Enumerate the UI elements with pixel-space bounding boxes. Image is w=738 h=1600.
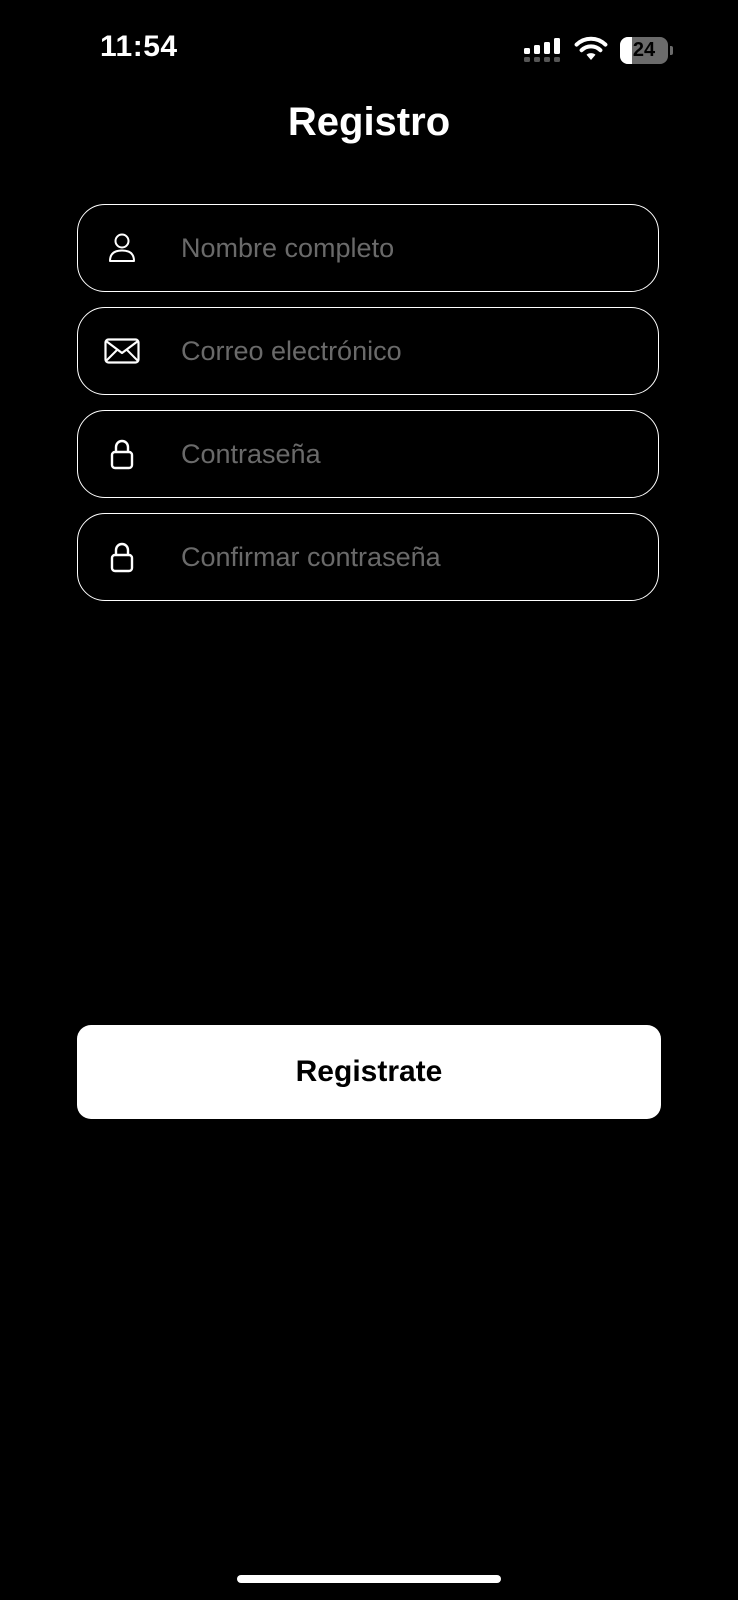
wifi-icon — [574, 36, 608, 60]
lock-icon — [104, 539, 140, 575]
email-input[interactable] — [181, 308, 641, 394]
confirm-password-input[interactable] — [181, 514, 641, 600]
page-title: Registro — [287, 100, 451, 144]
password-input[interactable] — [181, 411, 641, 497]
person-icon — [104, 230, 140, 266]
confirm-password-field[interactable] — [77, 513, 659, 601]
full-name-input[interactable] — [181, 205, 641, 291]
registration-form — [77, 204, 661, 616]
envelope-icon — [104, 333, 140, 369]
battery-level: 24 — [632, 39, 656, 61]
signal-icon — [524, 38, 560, 62]
register-button[interactable]: Registrate — [77, 1025, 661, 1119]
battery-body: 24 — [620, 37, 668, 64]
home-indicator[interactable] — [237, 1575, 501, 1583]
password-field[interactable] — [77, 410, 659, 498]
battery-tip — [670, 46, 673, 55]
battery-icon: 24 — [620, 37, 673, 64]
full-name-field[interactable] — [77, 204, 659, 292]
status-time: 11:54 — [100, 30, 178, 63]
status-bar: 11:54 24 — [0, 0, 738, 100]
email-field[interactable] — [77, 307, 659, 395]
lock-icon — [104, 436, 140, 472]
